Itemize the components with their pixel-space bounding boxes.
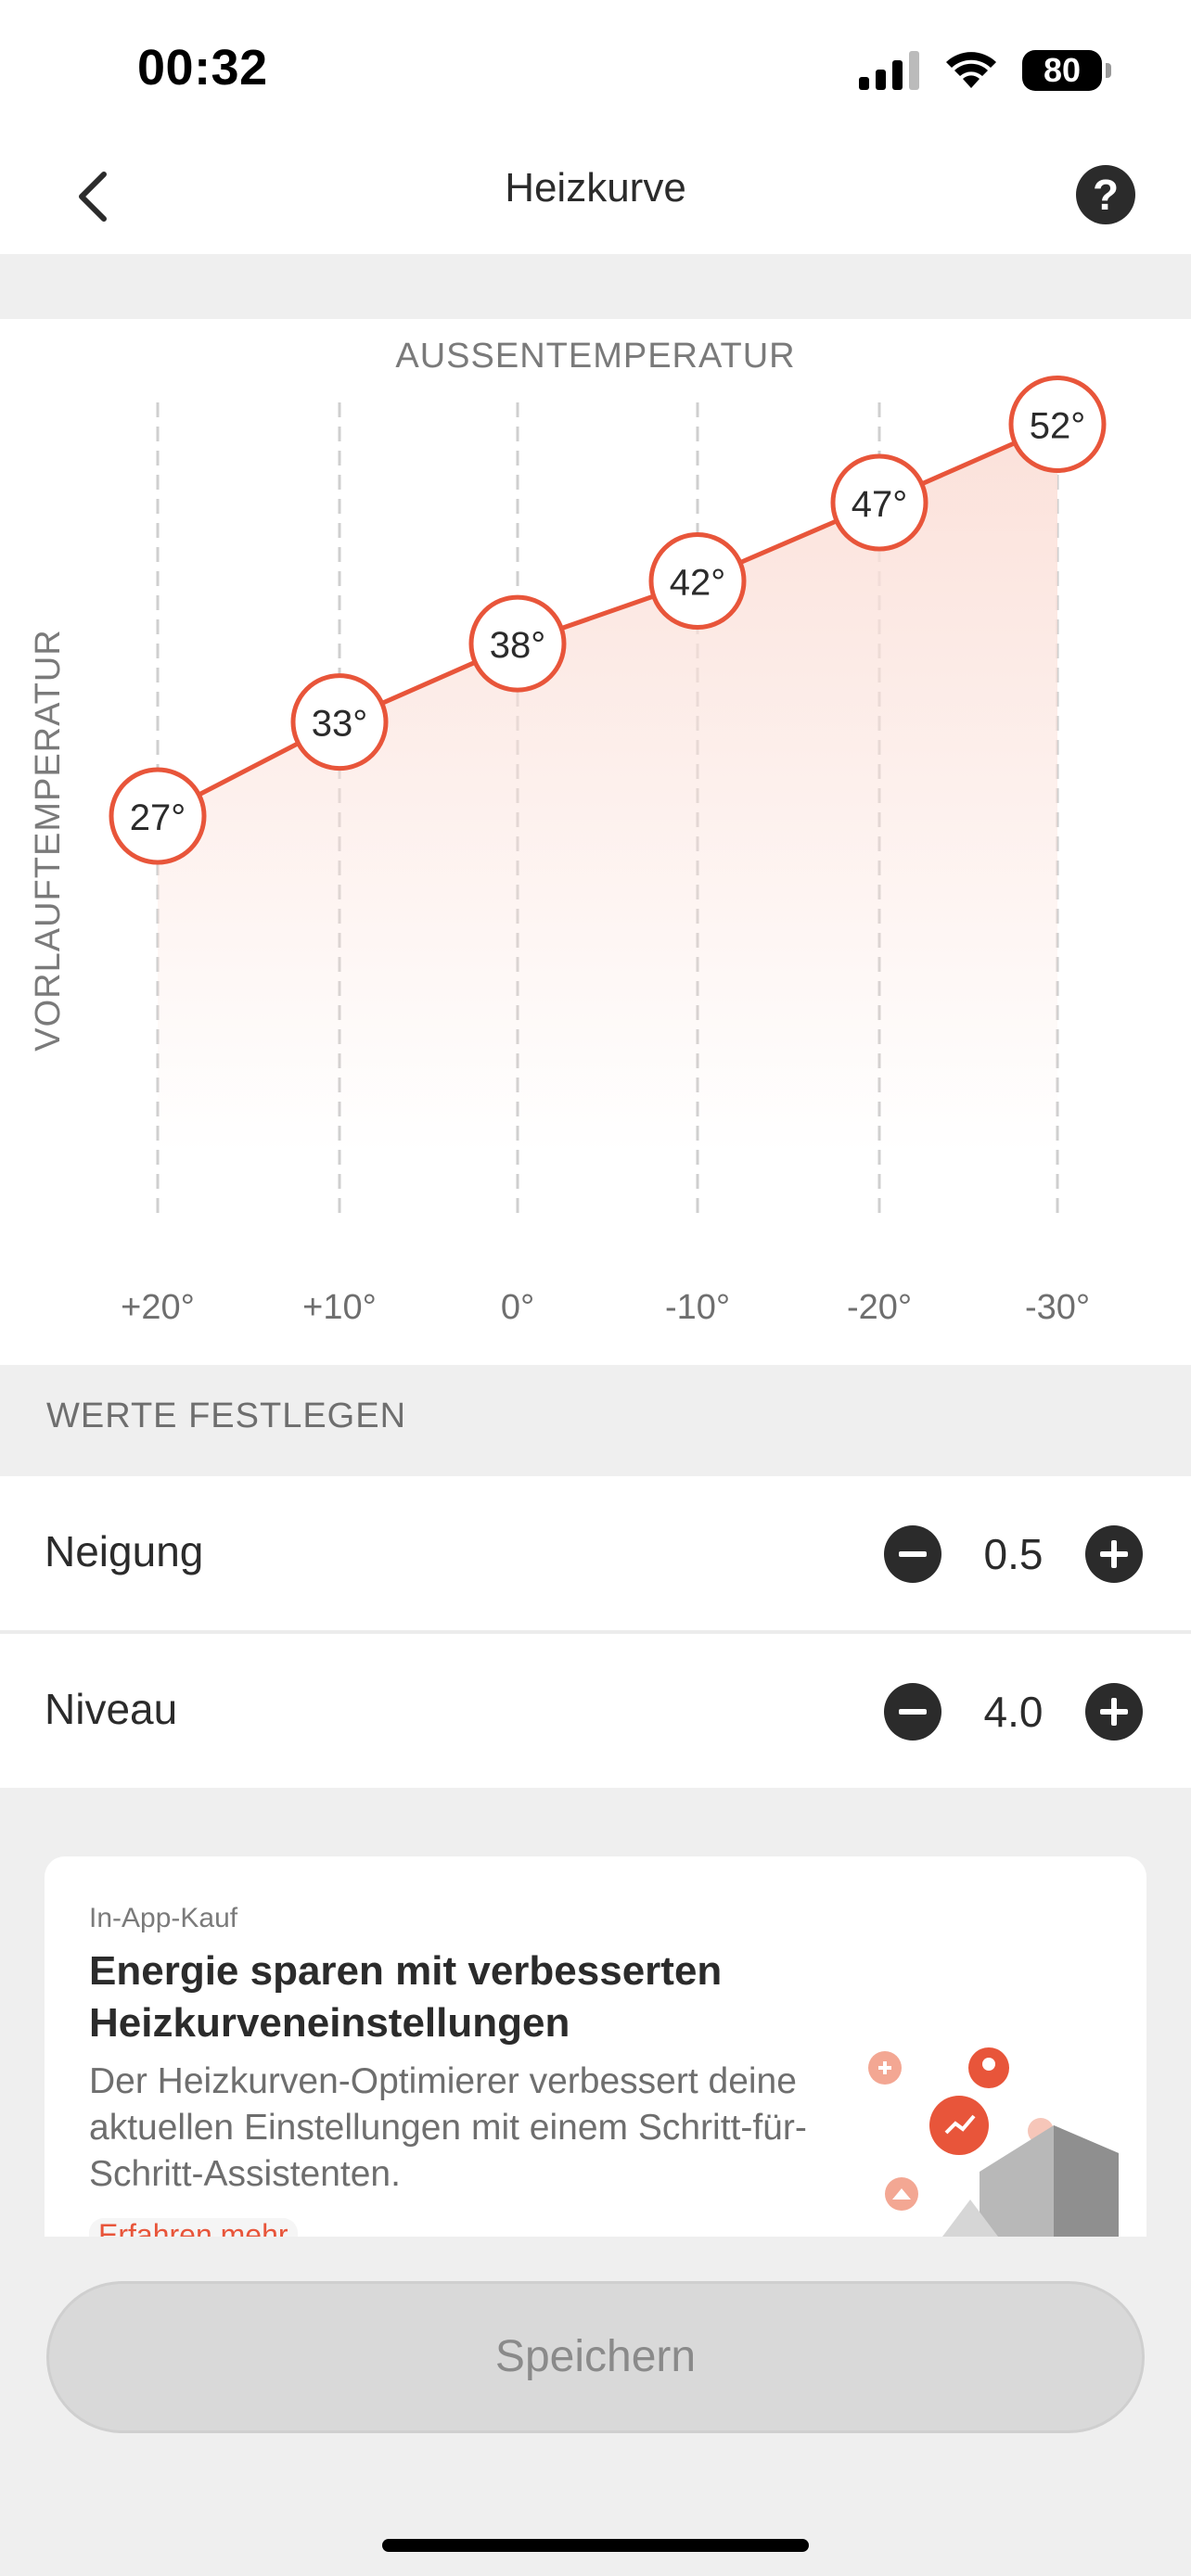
curve-point-label-3: 42° [670,563,726,604]
heizkurve-screen: 00:32 80 Heizkurve ? 27° 33° 38° 42° 47°… [0,0,1191,2576]
curve-point-label-4: 47° [852,484,908,525]
chart-canvas: 27° 33° 38° 42° 47° 52° +20° +10° 0° -10° -20° -30°… [29,337,1107,1327]
promo-illustration [868,2047,1119,2237]
x-tick-label-3: -10° [665,1288,730,1327]
status-icons: 80 [859,48,1111,93]
x-tick-label-0: +20° [121,1288,195,1327]
promo-description: Der Heizkurven-Optimierer verbessert dei… [89,2061,807,2194]
promo-kicker: In-App-Kauf [89,1903,238,1933]
signal-icon [859,51,919,90]
heating-curve-chart: 27° 33° 38° 42° 47° 52° +20° +10° 0° -10° -20° -30°… [0,319,1191,1365]
neigung-decrease-button[interactable] [884,1525,941,1583]
niveau-label: Niveau [45,1685,178,1733]
x-axis-label: AUSSENTEMPERATUR [395,337,795,376]
home-indicator [382,2539,809,2552]
page-title: Heizkurve [505,165,686,210]
minus-icon [899,1551,927,1557]
niveau-decrease-button[interactable] [884,1683,941,1741]
y-axis-label: VORLAUFTEMPERATUR [29,629,68,1051]
navigation-bar: Heizkurve ? [0,139,1191,254]
promo-learn-more-link[interactable]: Erfahren mehr [89,2218,298,2237]
niveau-increase-button[interactable] [1085,1683,1143,1741]
save-button[interactable]: Speichern [46,2281,1145,2433]
curve-area-fill [158,424,1057,1154]
niveau-value: 4.0 [983,1688,1044,1736]
x-tick-label-4: -20° [847,1288,912,1327]
niveau-row: Niveau 4.0 [0,1634,1191,1788]
curve-point-label-0: 27° [130,797,186,838]
x-tick-label-5: -30° [1025,1288,1090,1327]
neigung-stepper: 0.5 [884,1524,1143,1584]
neigung-label: Neigung [45,1527,204,1575]
neigung-row: Neigung 0.5 [0,1476,1191,1630]
neigung-increase-button[interactable] [1085,1525,1143,1583]
curve-point-label-5: 52° [1030,406,1086,447]
section-title: WERTE FESTLEGEN [46,1396,407,1435]
status-time: 00:32 [137,40,268,96]
minus-icon [899,1709,927,1715]
neigung-value: 0.5 [983,1530,1044,1578]
curve-point-label-2: 38° [490,625,546,666]
x-tick-label-1: +10° [302,1288,377,1327]
help-button[interactable]: ? [1076,165,1135,224]
status-bar: 00:32 80 [0,0,1191,139]
x-tick-label-2: 0° [501,1288,534,1327]
battery-icon: 80 [1022,50,1111,91]
promo-title: Energie sparen mit verbesserten Heizkurv… [89,1948,723,2046]
niveau-stepper: 4.0 [884,1682,1143,1741]
curve-point-label-1: 33° [312,704,368,745]
promo-card[interactable]: In-App-Kauf Energie sparen mit verbesser… [45,1856,1146,2237]
wifi-icon [946,52,996,88]
